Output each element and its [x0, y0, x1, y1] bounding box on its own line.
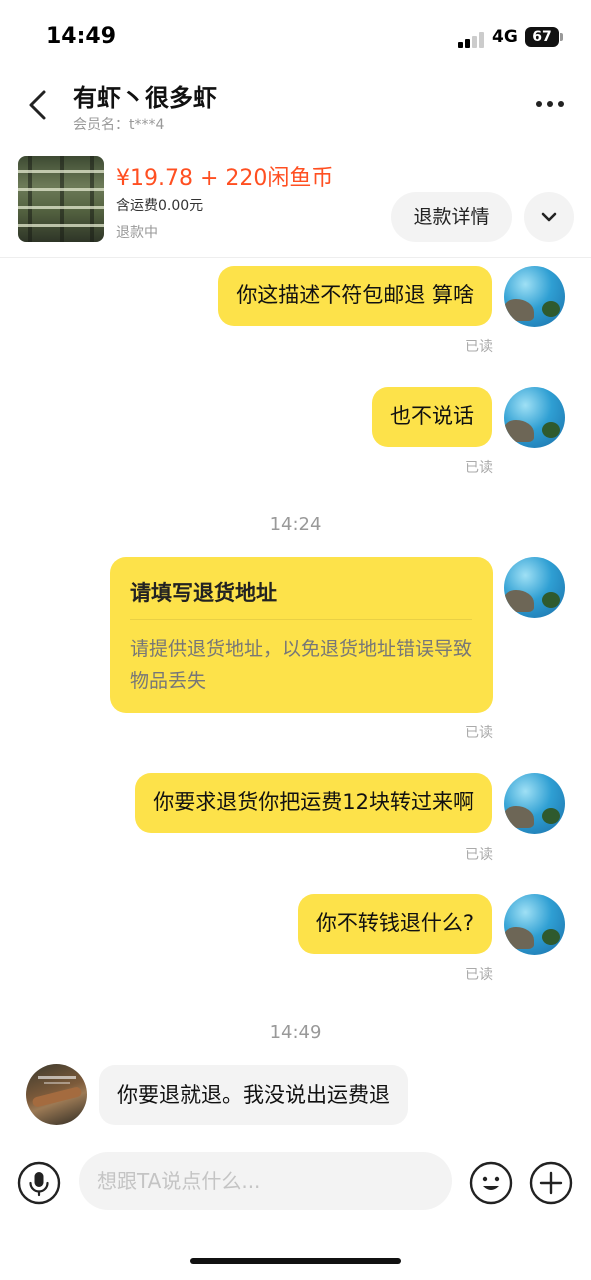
- expand-button[interactable]: [524, 192, 574, 242]
- input-bar: [0, 1145, 591, 1225]
- message-bubble-self[interactable]: 你不转钱退什么?: [297, 894, 492, 954]
- chevron-down-icon: [541, 212, 557, 222]
- read-receipt: 已读: [465, 847, 493, 863]
- refund-status: 退款中: [116, 225, 158, 241]
- more-icon: [536, 101, 542, 107]
- add-button[interactable]: [529, 1161, 573, 1205]
- voice-button[interactable]: [17, 1161, 61, 1205]
- message-bubble-self[interactable]: 你要求退货你把运费12块转过来啊: [135, 773, 492, 833]
- signal-icon: [458, 32, 484, 48]
- back-button[interactable]: [18, 82, 58, 128]
- avatar-self[interactable]: [504, 387, 565, 448]
- avatar-self[interactable]: [504, 266, 565, 327]
- status-bar: 14:49 4G 67: [0, 0, 591, 70]
- avatar-self[interactable]: [504, 894, 565, 955]
- more-icon: [547, 101, 553, 107]
- avatar-self[interactable]: [504, 557, 565, 618]
- status-time: 14:49: [46, 24, 117, 49]
- message-timestamp: 14:24: [269, 514, 322, 535]
- message-input[interactable]: [79, 1152, 452, 1210]
- contact-name: 有虾丶很多虾: [73, 84, 217, 112]
- avatar-contact[interactable]: [26, 1064, 87, 1125]
- network-type: 4G: [492, 27, 518, 47]
- return-address-card[interactable]: 请填写退货地址 请提供退货地址，以免退货地址错误导致物品丢失: [110, 557, 493, 713]
- product-price: ¥19.78 + 220闲鱼币: [116, 166, 334, 191]
- card-divider: [130, 619, 472, 620]
- more-button[interactable]: [530, 92, 570, 116]
- product-card[interactable]: ¥19.78 + 220闲鱼币 含运费0.00元 退款中 退款详情: [0, 148, 591, 256]
- message-timestamp: 14:49: [269, 1022, 322, 1043]
- emoji-button[interactable]: [469, 1161, 513, 1205]
- message-bubble-other[interactable]: 你要退就退。我没说出运费退: [99, 1065, 408, 1125]
- read-receipt: 已读: [465, 339, 493, 355]
- battery-tip: [560, 33, 563, 41]
- message-bubble-self[interactable]: 你这描述不符包邮退 算啥: [218, 266, 492, 326]
- product-thumbnail[interactable]: [18, 156, 104, 242]
- member-name: 会员名：t***4: [73, 117, 165, 133]
- plus-icon: [529, 1161, 573, 1205]
- card-body: 请提供退货地址，以免退货地址错误导致物品丢失: [130, 638, 473, 692]
- emoji-icon: [469, 1161, 513, 1205]
- read-receipt: 已读: [465, 460, 493, 476]
- message-bubble-self[interactable]: 也不说话: [372, 387, 492, 447]
- chevron-left-icon: [29, 90, 46, 120]
- more-icon: [558, 101, 564, 107]
- avatar-self[interactable]: [504, 773, 565, 834]
- battery-icon: 67: [525, 27, 559, 47]
- card-title: 请填写退货地址: [130, 581, 277, 605]
- shipping-fee: 含运费0.00元: [116, 198, 204, 214]
- chat-header: 有虾丶很多虾 会员名：t***4: [0, 70, 591, 140]
- microphone-icon: [17, 1161, 61, 1205]
- read-receipt: 已读: [465, 725, 493, 741]
- header-divider: [0, 257, 591, 258]
- home-indicator[interactable]: [190, 1258, 401, 1264]
- refund-details-button[interactable]: 退款详情: [391, 192, 512, 242]
- read-receipt: 已读: [465, 967, 493, 983]
